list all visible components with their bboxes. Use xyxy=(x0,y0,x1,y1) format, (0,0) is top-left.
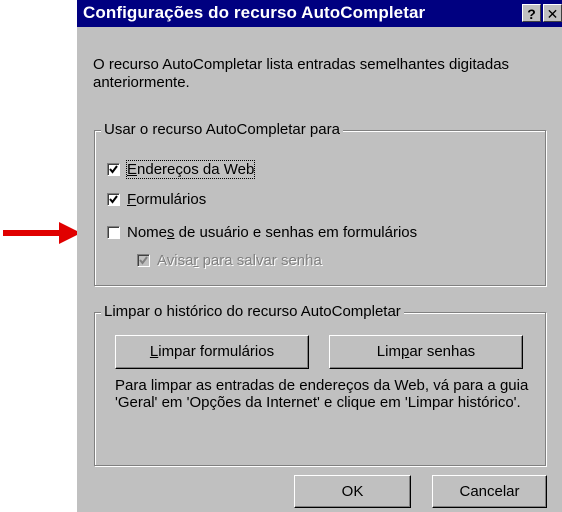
checkmark-icon xyxy=(139,256,148,265)
prompt-save-password-checkbox-box[interactable] xyxy=(137,254,150,267)
checkbox-prompt-save-password[interactable]: Avisar para salvar senha xyxy=(137,252,322,269)
clear-history-legend: Limpar o histórico do recurso AutoComple… xyxy=(101,303,404,320)
clear-history-group: Limpar o histórico do recurso AutoComple… xyxy=(94,303,546,466)
use-autocomplete-legend: Usar o recurso AutoCompletar para xyxy=(101,121,343,138)
ok-button[interactable]: OK xyxy=(294,475,411,508)
help-icon: ? xyxy=(527,6,536,22)
checkbox-forms[interactable]: Formulários xyxy=(107,191,206,208)
forms-checkbox-box[interactable] xyxy=(107,193,120,206)
checkbox-web-addresses[interactable]: Endereços da Web xyxy=(107,160,256,179)
forms-label: Formulários xyxy=(127,191,207,208)
usernames-passwords-checkbox-box[interactable] xyxy=(107,226,120,239)
web-addresses-checkbox-box[interactable] xyxy=(107,163,120,176)
web-addresses-label: Endereços da Web xyxy=(125,160,256,179)
red-arrow-annotation xyxy=(3,222,81,244)
usernames-passwords-label: Nomes de usuário e senhas em formulários xyxy=(127,224,418,241)
checkmark-icon xyxy=(109,195,118,204)
close-button[interactable]: ✕ xyxy=(543,4,562,22)
close-icon: ✕ xyxy=(546,6,559,22)
cancel-button[interactable]: Cancelar xyxy=(432,475,547,508)
checkmark-icon xyxy=(109,165,118,174)
help-button[interactable]: ? xyxy=(522,4,541,22)
use-autocomplete-group: Usar o recurso AutoCompletar para Endere… xyxy=(94,121,546,286)
autocomplete-settings-dialog: Configurações do recurso AutoCompletar ?… xyxy=(77,0,562,512)
dialog-description: O recurso AutoCompletar lista entradas s… xyxy=(93,56,510,91)
clear-forms-button[interactable]: Limpar formulários xyxy=(115,335,309,369)
checkbox-usernames-passwords[interactable]: Nomes de usuário e senhas em formulários xyxy=(107,224,417,241)
screenshot-canvas: Configurações do recurso AutoCompletar ?… xyxy=(0,0,562,512)
prompt-save-password-label: Avisar para salvar senha xyxy=(157,252,322,269)
title-bar: Configurações do recurso AutoCompletar ?… xyxy=(77,0,562,27)
clear-passwords-button[interactable]: Limpar senhas xyxy=(329,335,523,369)
dialog-title: Configurações do recurso AutoCompletar xyxy=(83,3,426,22)
clear-history-info: Para limpar as entradas de endereços da … xyxy=(115,377,529,411)
